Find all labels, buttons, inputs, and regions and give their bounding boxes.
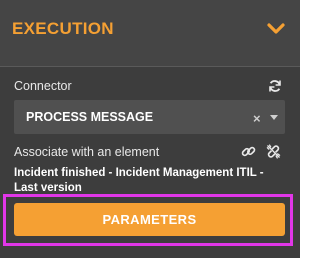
execution-title: EXECUTION [12, 19, 114, 38]
association-description: Incident finished - Incident Management … [14, 167, 264, 194]
refresh-icon[interactable] [268, 79, 282, 93]
clear-icon[interactable]: × [253, 111, 261, 126]
connector-select-value: PROCESS MESSAGE [26, 110, 154, 124]
unlink-icon[interactable] [266, 144, 281, 159]
connector-select[interactable]: PROCESS MESSAGE × [14, 100, 285, 134]
execution-header[interactable]: EXECUTION [0, 0, 300, 67]
link-icon[interactable] [241, 144, 256, 159]
parameters-button[interactable]: PARAMETERS [14, 203, 285, 236]
associate-label: Associate with an element [14, 145, 160, 159]
connector-label: Connector [14, 79, 72, 93]
chevron-down-icon[interactable] [266, 20, 286, 38]
caret-down-icon[interactable] [270, 115, 278, 120]
execution-panel: EXECUTION Connector PROCESS MESSAGE × As… [0, 0, 300, 258]
